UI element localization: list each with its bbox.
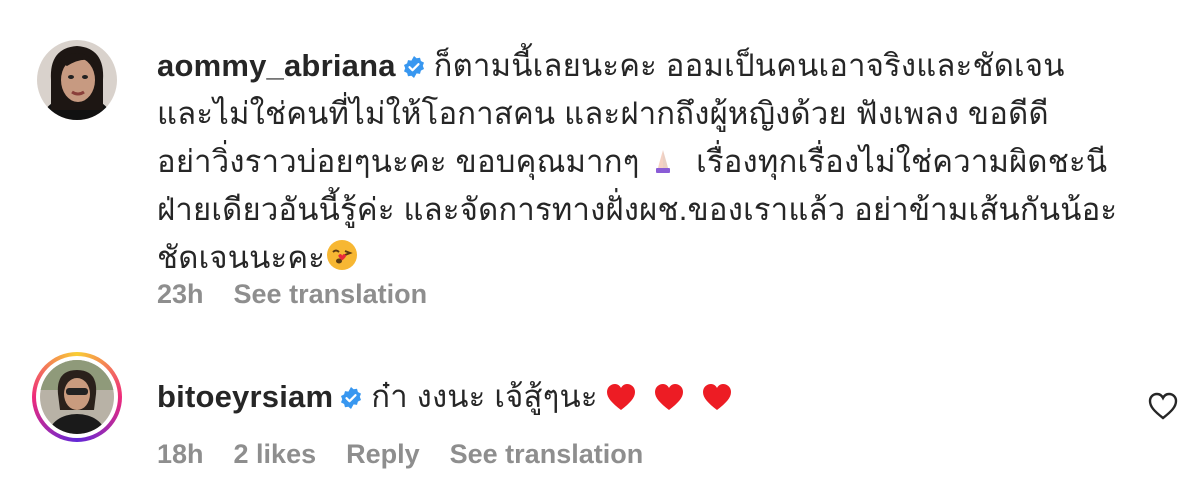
comment-line-1: ก็ตามนี้เลยนะคะ ออมเป็นคนเอาจริงและชัดเจ… [433,48,1065,83]
comment-line-3b: เรื่องทุกเรื่องไม่ใช่ความผิดชะนี [696,144,1108,179]
avatar-bitoey-image [40,360,114,434]
username[interactable]: bitoeyrsiam [157,379,333,414]
comment-line-4: ฝ่ายเดียวอันนี้รู้ค่ะ และจัดการทางฝั่งผช… [157,192,1118,227]
heart-outline-icon[interactable] [1148,392,1178,420]
comment-body: aommy_abriana ก็ตามนี้เลยนะคะ ออมเป็นคนเอ… [157,42,1117,282]
praying-hands-emoji [656,150,671,173]
likes-count[interactable]: 2 likes [234,439,317,470]
red-heart-icon [654,384,683,410]
face-blowing-kiss-emoji [327,240,358,270]
comment-time: 23h [157,279,204,309]
comment-line-5: ชัดเจนนะคะ [157,240,326,275]
avatar[interactable] [37,40,117,120]
reply-button[interactable]: Reply [346,439,420,470]
comment-meta: 18h 2 likes Reply See translation [157,439,643,470]
comment-line-3: อย่าวิ่งราวบ่อยๆนะคะ ขอบคุณมากๆ [157,144,640,179]
verified-badge-icon [403,56,424,78]
comment-line-2: และไม่ใช่คนที่ไม่ให้โอกาสคน และฝากถึงผู้… [157,96,1049,131]
see-translation-link[interactable]: See translation [450,439,644,470]
comment-text: ก๋า งงนะ เจ้สู้ๆนะ [371,379,598,414]
comment-meta: 23h See translation [157,279,427,310]
red-heart-icon [702,384,731,410]
verified-badge-icon [341,387,362,409]
comment-time: 18h [157,439,204,469]
red-heart-icon [606,384,635,410]
avatar[interactable] [40,360,114,434]
comment-body: bitoeyrsiam ก๋า งงนะ เจ้สู้ๆนะ [157,373,732,421]
see-translation-link[interactable]: See translation [234,279,428,310]
username[interactable]: aommy_abriana [157,48,396,83]
avatar-aommy-image [37,40,117,120]
story-ring[interactable] [32,352,122,442]
